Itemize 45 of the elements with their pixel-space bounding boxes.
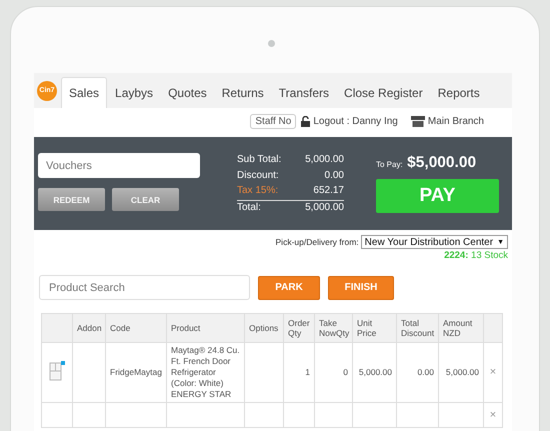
table-cell: 5,000.00: [446, 367, 479, 377]
product-search-field[interactable]: Product Search: [39, 275, 250, 300]
column-header: Take NowQty: [319, 318, 350, 338]
total-value: 5,000.00: [305, 202, 344, 215]
column-header: Options: [249, 323, 278, 333]
total-label: Tax 15%:: [237, 185, 278, 198]
table-cell: FridgeMaytag: [110, 367, 162, 377]
tab[interactable]: Reports: [430, 78, 487, 108]
delivery-label: Pick-up/Delivery from:: [276, 237, 359, 247]
column-header: Unit Price: [357, 318, 376, 338]
table-cell: 1: [305, 367, 310, 377]
staff-no-button[interactable]: Staff No: [250, 114, 296, 129]
logout-link[interactable]: Logout : Danny Ing: [313, 116, 398, 127]
column-header: Addon: [77, 323, 102, 333]
column-header: Total Discount: [401, 318, 434, 338]
column-header: Code: [110, 323, 130, 333]
to-pay-amount: $5,000.00: [407, 154, 476, 171]
tab[interactable]: Returns: [214, 78, 271, 108]
branch-label[interactable]: Main Branch: [428, 116, 484, 127]
table-cell: 0.00: [417, 367, 434, 377]
table-cell: 0: [343, 367, 348, 377]
camera-icon: [268, 40, 275, 47]
fridge-icon: [49, 361, 65, 381]
tab[interactable]: Close Register: [337, 78, 430, 108]
total-value: 652.17: [313, 185, 344, 198]
total-value: 5,000.00: [305, 154, 344, 167]
tab[interactable]: Quotes: [161, 78, 214, 108]
total-label: Sub Total:: [237, 154, 282, 167]
column-header: Amount NZD: [443, 318, 472, 338]
tab[interactable]: Laybys: [108, 78, 160, 108]
to-pay-label: To Pay:: [376, 160, 403, 169]
total-label: Total:: [237, 202, 261, 215]
stock-count: 13 Stock: [471, 250, 508, 261]
table-cell: Maytag® 24.8 Cu. Ft. French Door Refrigerator (Color: White) ENERGY STAR: [171, 345, 240, 399]
total-value: 0.00: [324, 170, 344, 182]
column-header: Order Qty: [288, 318, 310, 338]
stock-code: 2224:: [444, 250, 468, 261]
lock-icon: [301, 116, 310, 127]
table-cell: 5,000.00: [358, 367, 392, 377]
column-header: Product: [171, 323, 200, 333]
voucher-field[interactable]: Vouchers: [38, 153, 200, 178]
total-label: Discount:: [237, 170, 279, 182]
store-icon: [410, 116, 425, 127]
tab[interactable]: Transfers: [272, 78, 336, 108]
tab[interactable]: Sales: [61, 77, 108, 108]
